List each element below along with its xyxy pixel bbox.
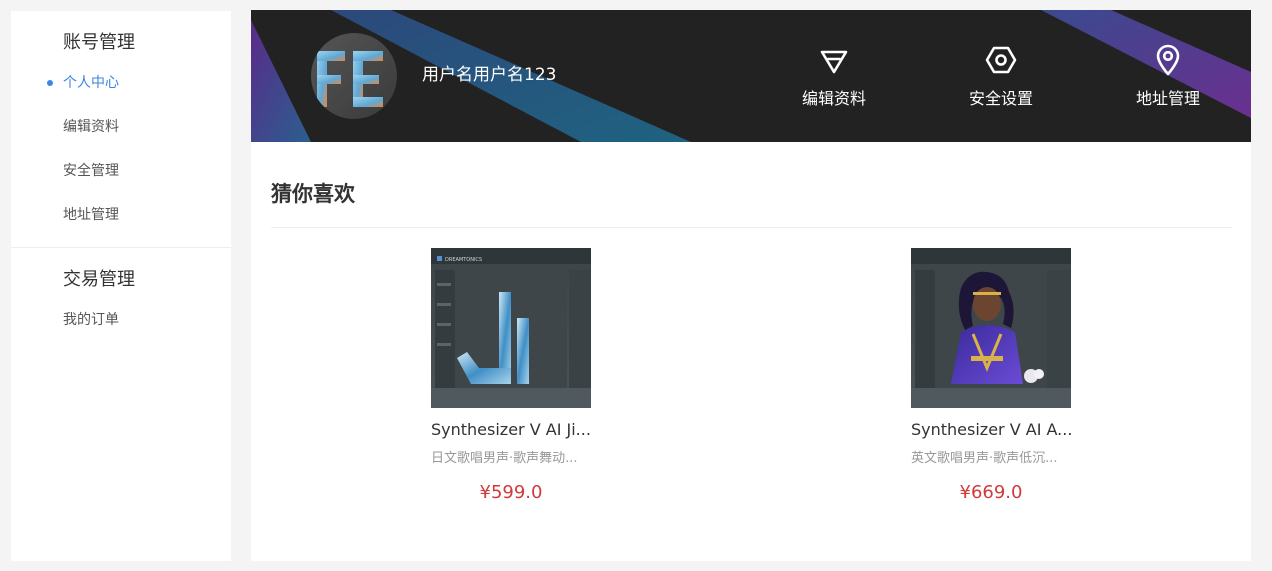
sidebar-item-security[interactable]: 安全管理 xyxy=(63,163,231,179)
sidebar-item-label: 个人中心 xyxy=(63,75,119,91)
sidebar-item-my-orders[interactable]: 我的订单 xyxy=(63,312,231,328)
active-indicator-dot xyxy=(47,80,53,86)
sidebar-item-address[interactable]: 地址管理 xyxy=(63,207,231,223)
product-thumbnail[interactable] xyxy=(911,248,1071,408)
sidebar-item-label: 我的订单 xyxy=(63,312,119,328)
recommendations-title: 猜你喜欢 xyxy=(271,182,355,206)
product-card[interactable]: Synthesizer V AI A... 英文歌唱男声·歌声低沉... ¥66… xyxy=(911,248,1072,503)
product-thumbnail[interactable]: DREAMTONICS xyxy=(431,248,591,408)
trade-management-title: 交易管理 xyxy=(63,269,135,290)
address-management-button[interactable]: 地址管理 xyxy=(1118,44,1218,108)
avatar[interactable] xyxy=(311,33,397,119)
banner-background xyxy=(251,10,1251,142)
avatar-image xyxy=(311,33,397,119)
location-pin-icon xyxy=(1156,44,1180,76)
product-name[interactable]: Synthesizer V AI A... xyxy=(911,420,1072,440)
security-settings-button[interactable]: 安全设置 xyxy=(951,44,1051,108)
sidebar-item-label: 地址管理 xyxy=(63,207,119,223)
hexagon-nut-icon xyxy=(985,46,1017,74)
username: 用户名用户名123 xyxy=(422,65,557,85)
product-description: 英文歌唱男声·歌声低沉... xyxy=(911,451,1058,466)
product-name[interactable]: Synthesizer V AI Ji... xyxy=(431,420,591,440)
product-description: 日文歌唱男声·歌声舞动... xyxy=(431,451,578,466)
sidebar-item-edit-profile[interactable]: 编辑资料 xyxy=(63,119,231,135)
product-price: ¥669.0 xyxy=(959,482,1023,503)
sidebar: 账号管理 个人中心 编辑资料 安全管理 地址管理 交易管理 我的订单 xyxy=(11,11,231,561)
gem-icon xyxy=(820,50,848,74)
sidebar-item-label: 安全管理 xyxy=(63,163,119,179)
product-thumb-brand: DREAMTONICS xyxy=(445,257,482,263)
account-management-title: 账号管理 xyxy=(63,32,135,53)
product-price: ¥599.0 xyxy=(479,482,543,503)
edit-profile-label: 编辑资料 xyxy=(801,89,866,108)
edit-profile-button[interactable]: 编辑资料 xyxy=(784,44,884,108)
security-settings-label: 安全设置 xyxy=(968,89,1033,108)
product-image: DREAMTONICS xyxy=(431,248,591,408)
profile-banner: 用户名用户名123 编辑资料 安全设置 地址管理 xyxy=(251,10,1251,142)
address-management-label: 地址管理 xyxy=(1135,89,1200,108)
sidebar-item-label: 编辑资料 xyxy=(63,119,119,135)
sidebar-item-personal-center[interactable]: 个人中心 xyxy=(47,75,231,91)
trade-management-section: 交易管理 我的订单 xyxy=(11,248,231,329)
product-image xyxy=(911,248,1071,408)
divider xyxy=(271,227,1232,228)
account-management-section: 账号管理 个人中心 编辑资料 安全管理 地址管理 xyxy=(11,11,231,248)
product-card[interactable]: DREAMTONICS Synthesizer V AI Ji... 日文歌唱男… xyxy=(431,248,591,503)
main-panel: 用户名用户名123 编辑资料 安全设置 地址管理 猜你喜欢 DREAMTONIC… xyxy=(251,10,1251,561)
